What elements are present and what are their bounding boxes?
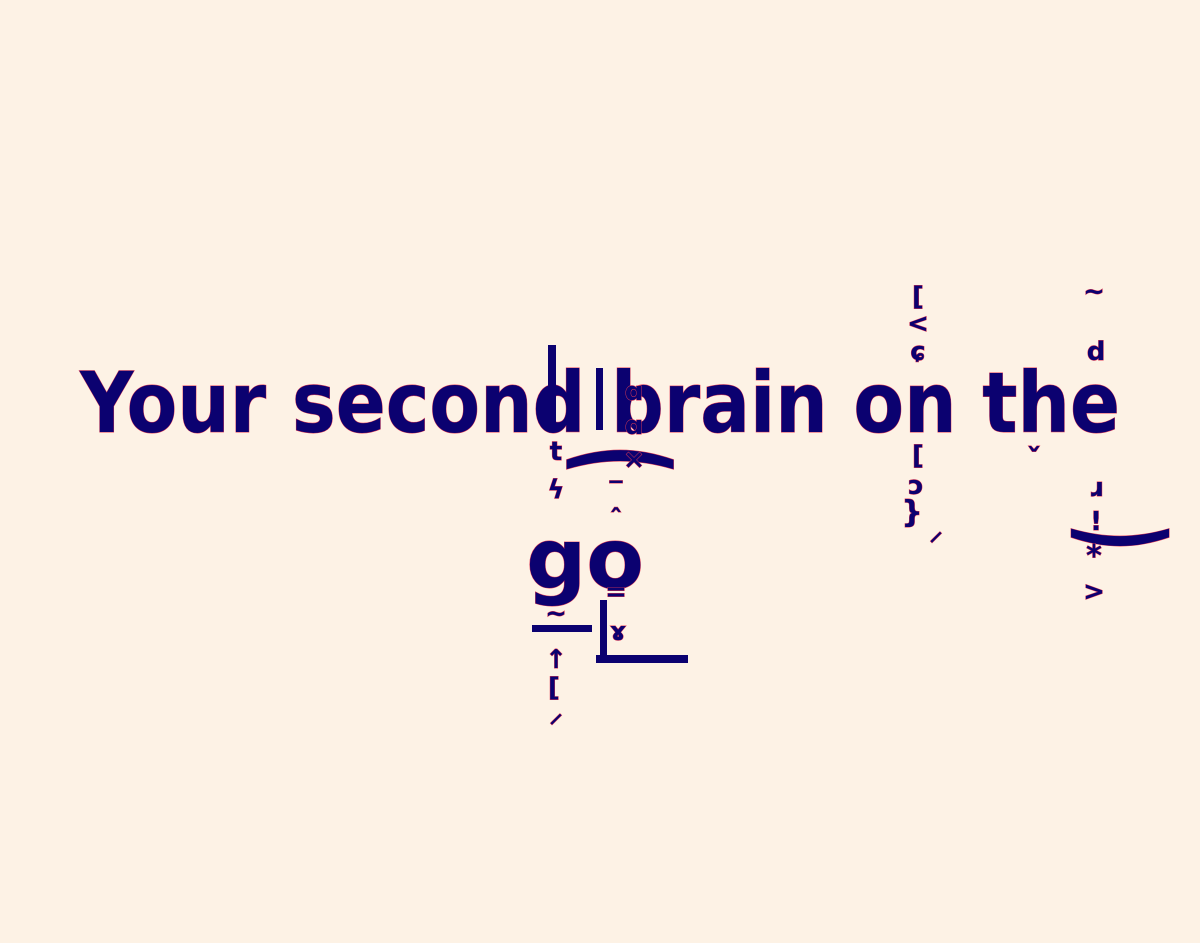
glyph-col3-7: ⸝: [929, 517, 942, 547]
glyph-col4-1: ~: [1083, 277, 1105, 307]
glyph-col4-2: d: [1087, 337, 1106, 367]
glyph-col1-6: ⸝: [549, 699, 562, 729]
glyph-col1-4: ↑: [545, 645, 567, 675]
arc-glyph-top: ⁔: [566, 330, 674, 470]
glyph-col2-5: ˆ: [610, 505, 623, 535]
glitch-glyph-overlay: ⁔ ‿ t ϟ ~ ↑ [ ⸝ ɑ ɑ × ‾ ˆ = ɤ [ < ɕ [ ɔ …: [532, 277, 1170, 729]
glyph-col4-4: !: [1090, 507, 1102, 537]
glyph-col1-1: t: [550, 437, 562, 467]
glyph-col2-2: ɑ: [625, 411, 644, 441]
poster-canvas: Your second brain on the go ⁔ ‿ t ϟ ~ ↑ …: [79, 277, 1170, 730]
glyph-col2-7: ɤ: [610, 617, 627, 647]
glyph-col3-2: <: [907, 309, 929, 339]
vertical-stroke-bottom: [600, 600, 607, 662]
glyph-col3-4: [: [912, 441, 924, 471]
glyph-col2-1: ɑ: [625, 377, 644, 407]
glyph-caret: ˇ: [1027, 443, 1042, 478]
glyph-col1-3: ~: [545, 599, 567, 629]
glyph-col4-3: ɹ: [1089, 473, 1103, 503]
glyph-col4-5: *: [1086, 539, 1102, 574]
glyph-col2-6: =: [605, 577, 627, 607]
glyph-col4-6: >: [1083, 577, 1105, 607]
underline-stroke: [596, 655, 688, 663]
glyph-col2-3: ×: [623, 445, 645, 475]
glyph-col2-4: ‾: [610, 477, 623, 507]
arc-glyph-right: ‿: [1070, 418, 1169, 546]
vertical-stroke-mid: [596, 368, 603, 430]
glyph-col1-2: ϟ: [547, 475, 564, 505]
vertical-stroke-left: [548, 345, 556, 430]
glyph-col3-3: ɕ: [910, 337, 925, 367]
glyph-col3-6: }: [901, 495, 922, 530]
glyph-col3-1: [: [912, 282, 924, 312]
